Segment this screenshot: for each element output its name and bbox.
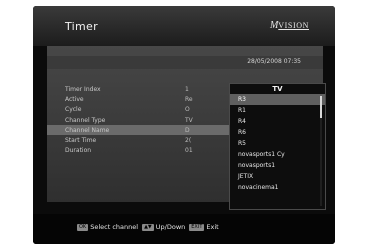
scroll-thumb[interactable] xyxy=(320,96,322,118)
channel-dropdown[interactable]: TV R3 R1 R4 R6 R5 novasports1 Cy novaspo… xyxy=(229,83,326,210)
field-value: TV xyxy=(185,116,193,124)
brand-logo: MVISION xyxy=(270,20,309,31)
field-value: 01 xyxy=(185,147,193,155)
dropdown-scrollbar[interactable] xyxy=(320,96,322,206)
date-row: 28/05/2008 07:35 xyxy=(47,56,323,69)
channel-option[interactable]: R1 xyxy=(230,105,325,116)
date-time: 28/05/2008 07:35 xyxy=(247,58,301,65)
screen-title: Timer xyxy=(65,20,98,33)
field-value: 1 xyxy=(185,86,189,93)
ok-key-icon: OK xyxy=(77,223,89,231)
exit-key-icon: EXIT xyxy=(189,223,205,231)
channel-option[interactable]: novasports1 xyxy=(230,160,325,171)
channel-option[interactable]: R4 xyxy=(230,116,325,127)
exit-hint: Exit xyxy=(206,223,219,231)
field-label: Channel Type xyxy=(65,116,106,124)
field-label: Duration xyxy=(65,147,92,155)
help-bar: OK Select channel ▲▼ Up/Down EXIT Exit xyxy=(33,214,335,244)
field-label: Active xyxy=(65,96,84,104)
header-bar: Timer MVISION xyxy=(33,6,335,46)
channel-option[interactable]: R6 xyxy=(230,127,325,138)
field-label: Timer Index xyxy=(65,86,101,93)
field-value: O xyxy=(185,106,190,114)
channel-option[interactable]: R3 xyxy=(230,94,325,105)
field-label: Start Time xyxy=(65,136,97,144)
field-label: Channel Name xyxy=(65,126,110,134)
field-value: 2( xyxy=(185,136,192,144)
field-value: Re xyxy=(185,96,193,104)
tv-screen: Timer MVISION 28/05/2008 07:35 Timer Ind… xyxy=(33,6,335,244)
channel-option[interactable]: novasports1 Cy xyxy=(230,149,325,160)
channel-option[interactable]: R5 xyxy=(230,138,325,149)
dropdown-header: TV xyxy=(272,85,283,93)
channel-option[interactable]: JETIX xyxy=(230,171,325,182)
channel-option[interactable]: novacinema1 xyxy=(230,182,325,193)
field-value: D xyxy=(185,126,190,134)
help-text: OK Select channel ▲▼ Up/Down EXIT Exit xyxy=(77,223,219,231)
select-channel-hint: Select channel xyxy=(90,223,139,231)
logo-text: VISION xyxy=(278,21,309,30)
up-down-hint: Up/Down xyxy=(155,223,186,231)
up-down-key-icon: ▲▼ xyxy=(142,223,154,231)
field-label: Cycle xyxy=(65,106,82,114)
